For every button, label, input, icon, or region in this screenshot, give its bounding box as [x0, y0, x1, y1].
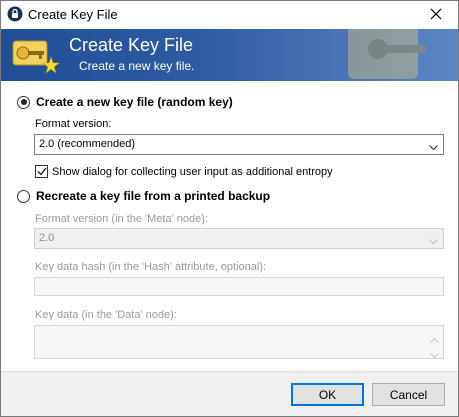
ok-button[interactable]: OK: [291, 383, 364, 406]
new-key-radio-label: Create a new key file (random key): [36, 95, 233, 109]
check-icon: [37, 167, 47, 176]
key-data-textarea[interactable]: [34, 325, 444, 359]
key-data-label: Key data (in the 'Data' node):: [35, 309, 177, 321]
format-version-select[interactable]: 2.0 (recommended): [34, 134, 444, 155]
window-title: Create Key File: [28, 7, 118, 22]
chevron-down-icon: [429, 142, 438, 151]
banner-title: Create Key File: [69, 35, 194, 55]
title-bar: Create Key File: [1, 1, 458, 29]
format-version-value: 2.0 (recommended): [39, 138, 135, 150]
close-button[interactable]: [413, 1, 458, 29]
scroll-down-icon[interactable]: [430, 348, 439, 359]
chevron-down-icon: [429, 236, 438, 245]
recreate-key-radio-label: Recreate a key file from a printed backu…: [36, 189, 271, 203]
create-key-file-dialog: Create Key File Create Key File Create a…: [0, 0, 459, 417]
header-banner: Create Key File Create a new key file.: [1, 29, 458, 81]
lock-icon: [7, 6, 23, 22]
scroll-up-icon[interactable]: [430, 332, 439, 343]
meta-format-value: 2.0: [39, 232, 55, 244]
new-key-radio[interactable]: [17, 95, 30, 109]
banner-subtitle: Create a new key file.: [79, 59, 195, 73]
key-icon: [11, 35, 60, 75]
close-icon: [430, 8, 442, 23]
meta-format-select[interactable]: 2.0: [34, 228, 444, 249]
dialog-content: Create a new key file (random key) Forma…: [1, 81, 458, 371]
recreate-key-radio-row[interactable]: Recreate a key file from a printed backu…: [17, 189, 270, 203]
banner-decoration: [348, 29, 426, 79]
recreate-key-radio[interactable]: [17, 189, 30, 203]
meta-format-label: Format version (in the 'Meta' node):: [35, 213, 208, 225]
hash-label: Key data hash (in the 'Hash' attribute, …: [35, 261, 267, 273]
cancel-button[interactable]: Cancel: [372, 383, 445, 406]
new-key-radio-row[interactable]: Create a new key file (random key): [17, 95, 233, 109]
hash-input[interactable]: [34, 277, 444, 296]
entropy-checkbox-row[interactable]: Show dialog for collecting user input as…: [35, 165, 333, 178]
dialog-footer: OK Cancel: [1, 371, 458, 416]
entropy-checkbox-label: Show dialog for collecting user input as…: [52, 165, 333, 178]
entropy-checkbox[interactable]: [35, 165, 48, 178]
format-version-label: Format version:: [35, 118, 112, 130]
